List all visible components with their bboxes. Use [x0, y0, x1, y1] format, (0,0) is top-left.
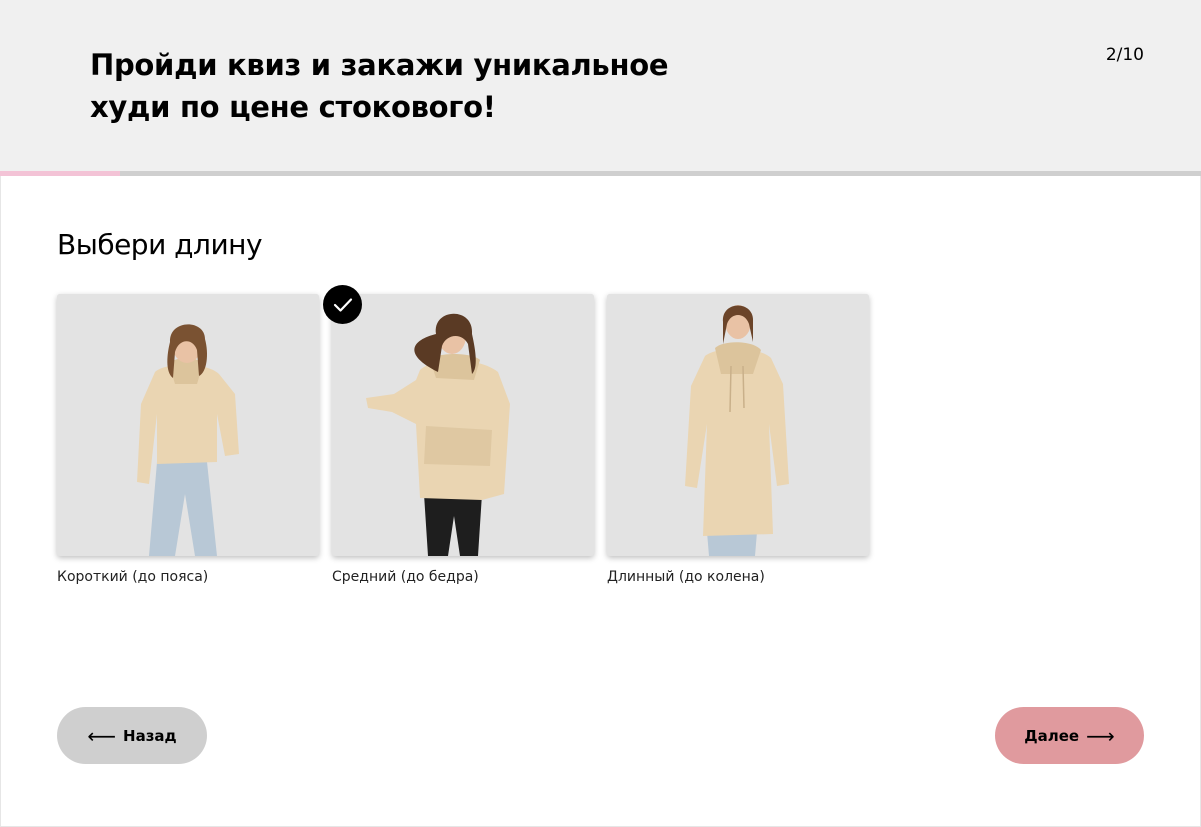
option-label-medium: Средний (до бедра)	[332, 569, 479, 585]
option-photo-medium[interactable]	[332, 294, 594, 556]
checkmark-icon	[323, 285, 362, 324]
next-button-label: Далее	[1024, 726, 1080, 745]
option-photo-long[interactable]	[607, 294, 869, 556]
model-short-image	[57, 294, 319, 556]
option-label-short: Короткий (до пояса)	[57, 569, 209, 585]
option-card-short[interactable]: Короткий (до пояса)	[57, 294, 319, 585]
progress-fill	[0, 171, 121, 176]
step-counter: 2/10	[1105, 45, 1144, 65]
option-label-long: Длинный (до колена)	[607, 569, 765, 585]
arrow-left-icon: ⟵	[87, 723, 117, 748]
title-line-2: худи по цене стокового!	[90, 90, 496, 124]
progress-bar	[0, 171, 1201, 176]
back-button[interactable]: ⟵ Назад	[57, 707, 207, 764]
next-button[interactable]: Далее ⟶	[995, 707, 1144, 764]
option-card-medium[interactable]: Средний (до бедра)	[332, 294, 594, 585]
option-photo-short[interactable]	[57, 294, 319, 556]
quiz-header: Пройди квиз и закажи уникальное худи по …	[0, 0, 1201, 171]
question-title: Выбери длину	[57, 228, 263, 261]
model-medium-image	[332, 294, 594, 556]
option-card-long[interactable]: Длинный (до колена)	[607, 294, 869, 585]
arrow-right-icon: ⟶	[1086, 723, 1115, 748]
model-long-image	[607, 294, 869, 556]
back-button-label: Назад	[123, 726, 177, 745]
page-title: Пройди квиз и закажи уникальное худи по …	[90, 44, 710, 128]
title-line-1: Пройди квиз и закажи уникальное	[90, 48, 669, 82]
